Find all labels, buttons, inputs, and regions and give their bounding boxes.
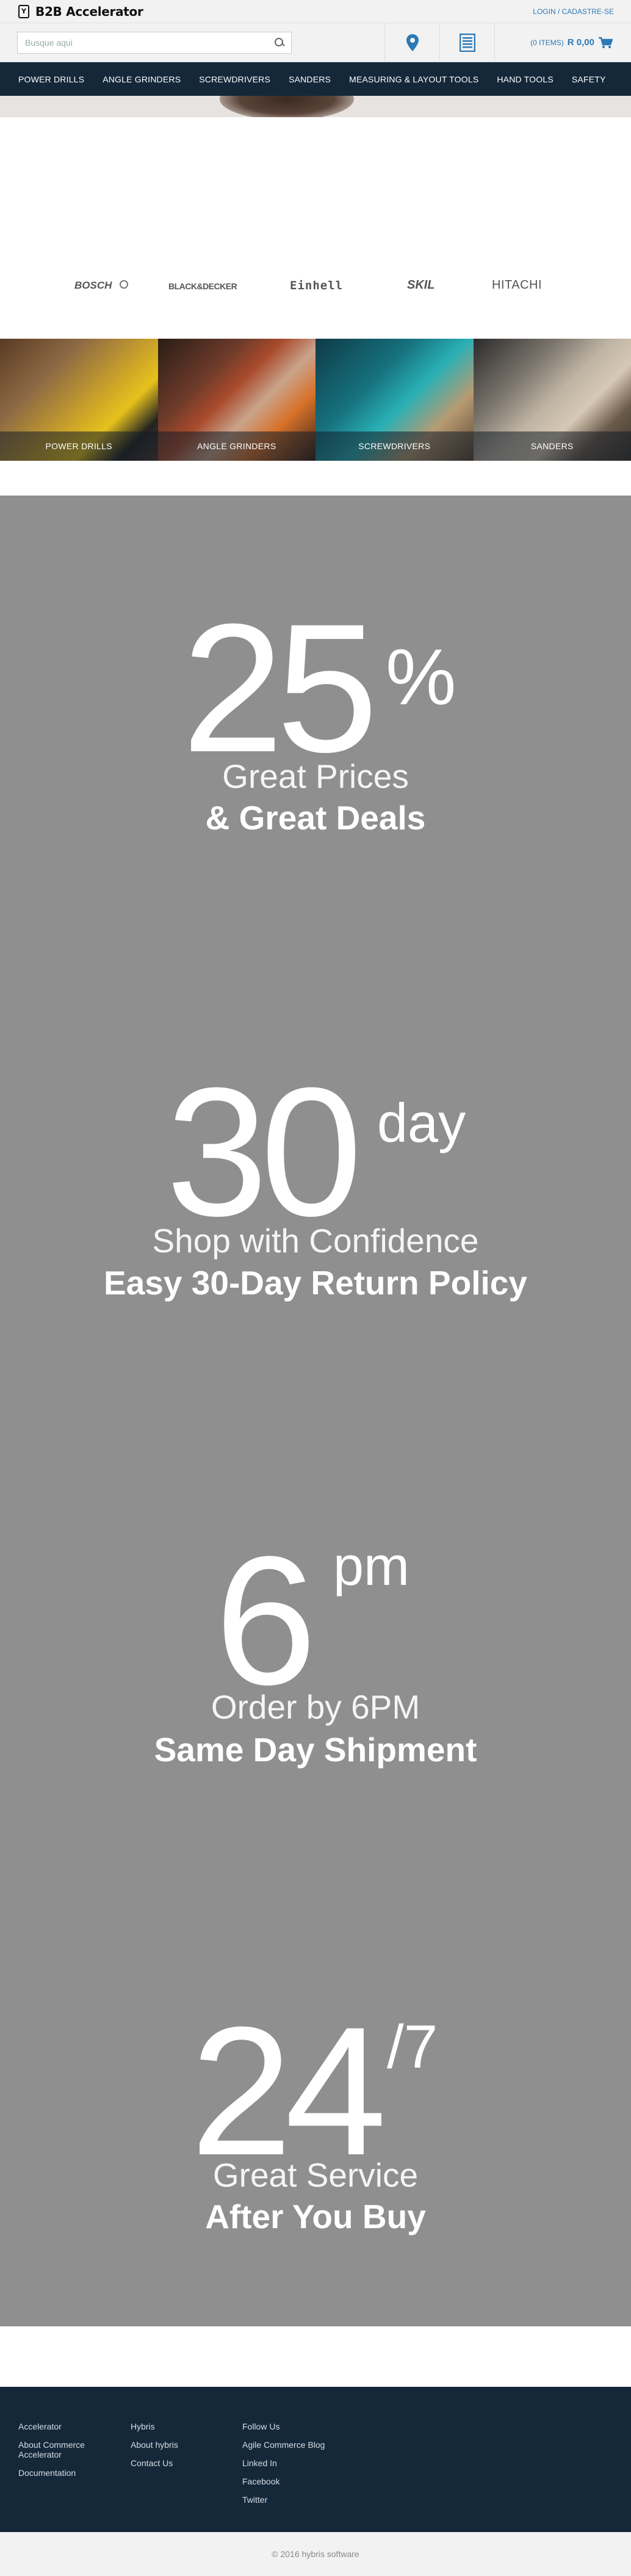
brand-logo-einhell[interactable]: Einhell [290,279,343,292]
site-logo[interactable]: Y B2B Accelerator [18,4,143,19]
footer-column-accelerator: Accelerator About Commerce Accelerator D… [18,2422,110,2478]
logo-text: B2B Accelerator [35,4,143,19]
search-icon[interactable] [274,37,285,48]
brand-logo-bosch[interactable]: BOSCH [74,280,112,292]
copyright-text: © 2016 hybris software [272,2549,359,2559]
footer-heading-hybris[interactable]: Hybris [131,2422,222,2431]
footer-link-contact-us[interactable]: Contact Us [131,2458,222,2468]
promo-line-1: Great Service [212,2156,419,2194]
promo-line-2: After You Buy [205,2198,426,2235]
footer-column-hybris: Hybris About hybris Contact Us [131,2422,222,2468]
hero-banner-image[interactable] [0,96,631,117]
category-tile-sanders[interactable]: SANDERS [473,339,631,461]
nav-item-screwdrivers[interactable]: SCREWDRIVERS [199,74,270,84]
promo-line-1: Great Prices [222,757,409,795]
promo-superscript: /7 [387,2013,438,2081]
brand-logo-hitachi[interactable]: HITACHI [492,278,542,292]
logo-mark-icon: Y [18,4,29,18]
promo-line-2: Same Day Shipment [154,1731,477,1769]
category-tile-angle-grinders[interactable]: ANGLE GRINDERS [157,339,316,461]
footer-link-linkedin[interactable]: Linked In [242,2458,364,2468]
search-box [17,31,292,54]
top-bar: Y B2B Accelerator LOGIN / CADASTRE-SE [0,0,631,23]
promo-line-1: Order by 6PM [211,1688,420,1726]
mini-cart[interactable]: (0 ITEMS) R 0,00 [494,23,631,62]
footer-link-documentation[interactable]: Documentation [18,2468,110,2478]
category-nav: POWER DRILLS ANGLE GRINDERS SCREWDRIVERS… [0,62,631,96]
page: Y B2B Accelerator LOGIN / CADASTRE-SE Bu… [0,0,631,2576]
category-tiles: POWER DRILLS ANGLE GRINDERS SCREWDRIVERS… [0,339,631,461]
promo-big-number: 6 [215,1518,317,1723]
footer-link-facebook[interactable]: Facebook [242,2477,364,2486]
promo-big-number: 24 [190,1988,387,2193]
promo-line-1: Shop with Confidence [152,1222,479,1260]
brand-logo-black-decker[interactable]: BLACK&DECKER [168,281,237,291]
promo-line-2: & Great Deals [205,799,426,837]
nav-item-safety[interactable]: SAFETY [572,74,606,84]
login-register-link[interactable]: LOGIN / CADASTRE-SE [533,7,614,16]
nav-item-measuring-layout-tools[interactable]: MEASURING & LAYOUT TOOLS [349,74,478,84]
cart-item-count: (0 ITEMS) [530,38,564,47]
footer-link-about-hybris[interactable]: About hybris [131,2440,222,2450]
promo-section: 25 % Great Prices & Great Deals 30 day S… [0,496,631,2326]
cart-icon [599,37,613,48]
copyright-bar: © 2016 hybris software [0,2532,631,2576]
brand-logo-skil[interactable]: SKIL [407,278,435,292]
category-tile-label: SANDERS [473,431,631,461]
promo-superscript: pm [333,1536,410,1597]
nav-item-hand-tools[interactable]: HAND TOOLS [497,74,553,84]
quick-order-button[interactable] [439,23,494,62]
category-tile-label: ANGLE GRINDERS [157,431,316,461]
category-tile-label: POWER DRILLS [0,431,158,461]
cart-total: R 0,00 [567,37,594,48]
footer-link-about-commerce-accelerator[interactable]: About Commerce Accelerator [18,2440,110,2459]
site-footer: Accelerator About Commerce Accelerator D… [0,2387,631,2532]
footer-heading-follow-us[interactable]: Follow Us [242,2422,364,2431]
promo-superscript: % [386,632,456,721]
footer-heading-accelerator[interactable]: Accelerator [18,2422,110,2431]
brand-logos-section: BOSCH BLACK&DECKER Einhell SKIL HITACHI [0,118,631,337]
footer-link-twitter[interactable]: Twitter [242,2495,364,2505]
location-pin-icon [406,34,419,51]
category-tile-power-drills[interactable]: POWER DRILLS [0,339,158,461]
bosch-emblem-icon [120,280,128,289]
promo-line-2: Easy 30-Day Return Policy [104,1264,527,1302]
footer-column-follow-us: Follow Us Agile Commerce Blog Linked In … [242,2422,364,2505]
category-tile-label: SCREWDRIVERS [316,431,474,461]
hero-photo-fragment [220,96,354,117]
search-wrapper [0,23,384,62]
promo-superscript: day [377,1093,466,1154]
search-bar-row: (0 ITEMS) R 0,00 [0,23,631,62]
nav-item-power-drills[interactable]: POWER DRILLS [18,74,84,84]
promo-big-number: 30 [166,1049,362,1254]
store-finder-button[interactable] [384,23,439,62]
category-tile-screwdrivers[interactable]: SCREWDRIVERS [316,339,474,461]
search-input[interactable] [25,37,257,48]
nav-item-angle-grinders[interactable]: ANGLE GRINDERS [103,74,181,84]
promo-big-number: 25 [182,585,378,790]
order-form-icon [459,33,475,52]
nav-item-sanders[interactable]: SANDERS [289,74,331,84]
footer-link-agile-commerce-blog[interactable]: Agile Commerce Blog [242,2440,364,2450]
